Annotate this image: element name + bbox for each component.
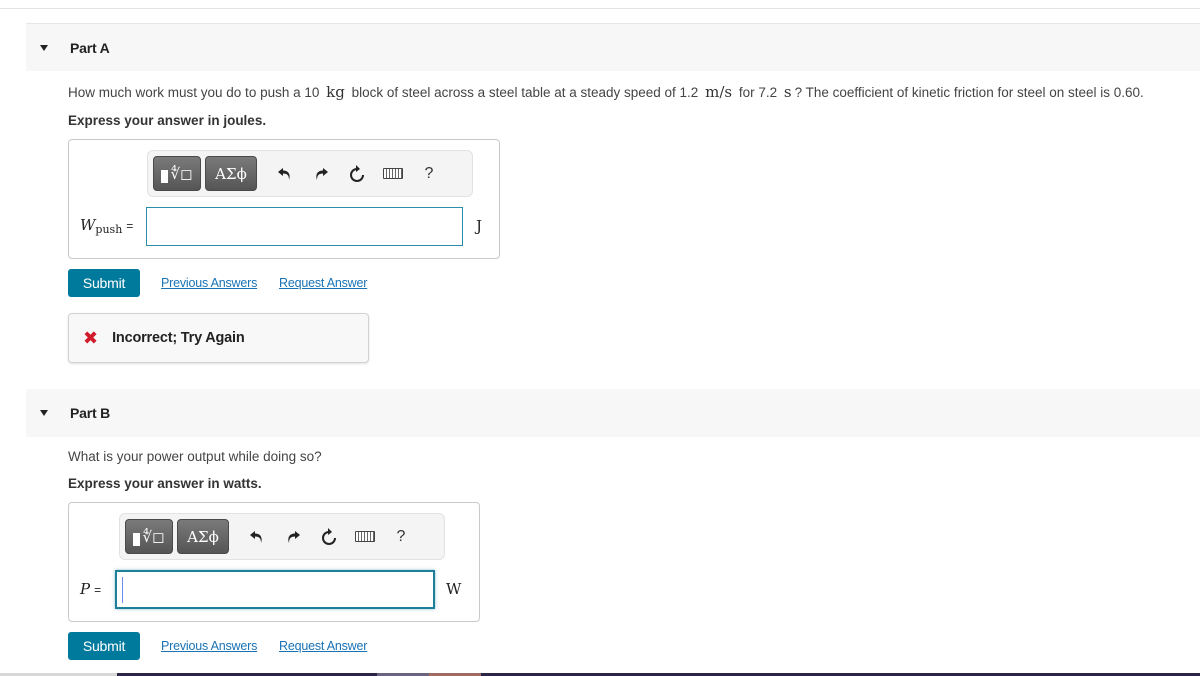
keyboard-icon[interactable]: [347, 519, 383, 554]
collapse-caret-icon[interactable]: [40, 44, 48, 51]
undo-icon[interactable]: [267, 156, 303, 191]
variable-subscript: push: [95, 223, 123, 236]
reset-icon[interactable]: [311, 519, 347, 554]
submit-button-part-b[interactable]: Submit: [68, 632, 140, 660]
help-button[interactable]: ?: [383, 519, 419, 554]
previous-answers-link-part-b[interactable]: Previous Answers: [161, 639, 257, 653]
part-b-answer-box: ∜◻ ΑΣϕ ? P = W: [68, 502, 480, 622]
variable-label-w-push: Wpush =: [80, 216, 133, 236]
request-answer-link-part-b[interactable]: Request Answer: [279, 639, 367, 653]
unit-s: s: [783, 83, 792, 101]
redo-icon[interactable]: [275, 519, 311, 554]
previous-answers-link-part-a[interactable]: Previous Answers: [161, 276, 257, 290]
root-icon: ∜◻: [142, 527, 165, 546]
part-a-header[interactable]: Part A: [26, 23, 1200, 71]
undo-icon[interactable]: [239, 519, 275, 554]
collapse-caret-icon[interactable]: [40, 410, 48, 416]
part-a-title: Part A: [70, 39, 110, 56]
keyboard-icon[interactable]: [375, 156, 411, 191]
part-a-answer-box: ∜◻ ΑΣϕ ? Wpush = J: [68, 139, 500, 259]
feedback-text: Incorrect; Try Again: [112, 330, 245, 346]
template-block-icon: [161, 170, 169, 183]
top-divider: [0, 8, 1200, 9]
part-b-header[interactable]: Part B: [26, 389, 1200, 437]
root-icon: ∜◻: [170, 164, 193, 183]
question-text: block of steel across a steel table at a…: [351, 85, 699, 100]
templates-button[interactable]: ∜◻: [125, 519, 173, 554]
redo-icon[interactable]: [303, 156, 339, 191]
template-block-icon: [133, 533, 141, 546]
text-cursor: [122, 577, 123, 603]
equals-sign: =: [94, 583, 102, 597]
feedback-incorrect: ✖ Incorrect; Try Again: [68, 313, 369, 363]
part-b-title: Part B: [70, 405, 111, 421]
math-toolbar: ∜◻ ΑΣϕ ?: [119, 513, 445, 560]
greek-symbols-button[interactable]: ΑΣϕ: [205, 156, 257, 191]
variable-symbol: W: [80, 216, 96, 234]
greek-symbols-button[interactable]: ΑΣϕ: [177, 519, 229, 554]
unit-joules: J: [476, 217, 483, 235]
question-text: for 7.2: [738, 85, 778, 100]
unit-ms: m/s: [705, 83, 733, 101]
variable-symbol: P: [80, 580, 91, 598]
unit-kg: kg: [326, 83, 345, 101]
math-toolbar: ∜◻ ΑΣϕ ?: [147, 150, 473, 197]
x-icon: ✖: [83, 327, 99, 349]
part-b-question: What is your power output while doing so…: [68, 449, 322, 464]
reset-icon[interactable]: [339, 156, 375, 191]
request-answer-link-part-a[interactable]: Request Answer: [279, 276, 367, 290]
variable-label-p: P =: [80, 580, 101, 598]
part-b-instruction: Express your answer in watts.: [68, 476, 262, 491]
work-answer-input[interactable]: [146, 207, 463, 246]
part-a-instruction: Express your answer in joules.: [68, 113, 267, 128]
part-a-question: How much work must you do to push a 10 k…: [68, 83, 1144, 101]
templates-button[interactable]: ∜◻: [153, 156, 201, 191]
question-text: How much work must you do to push a 10: [68, 85, 320, 100]
help-button[interactable]: ?: [411, 156, 447, 191]
submit-button-part-a[interactable]: Submit: [68, 269, 140, 297]
unit-watts: W: [446, 580, 462, 598]
question-text: ? The coefficient of kinetic friction fo…: [794, 85, 1144, 100]
power-answer-input[interactable]: [115, 570, 435, 609]
equals-sign: =: [126, 219, 134, 233]
